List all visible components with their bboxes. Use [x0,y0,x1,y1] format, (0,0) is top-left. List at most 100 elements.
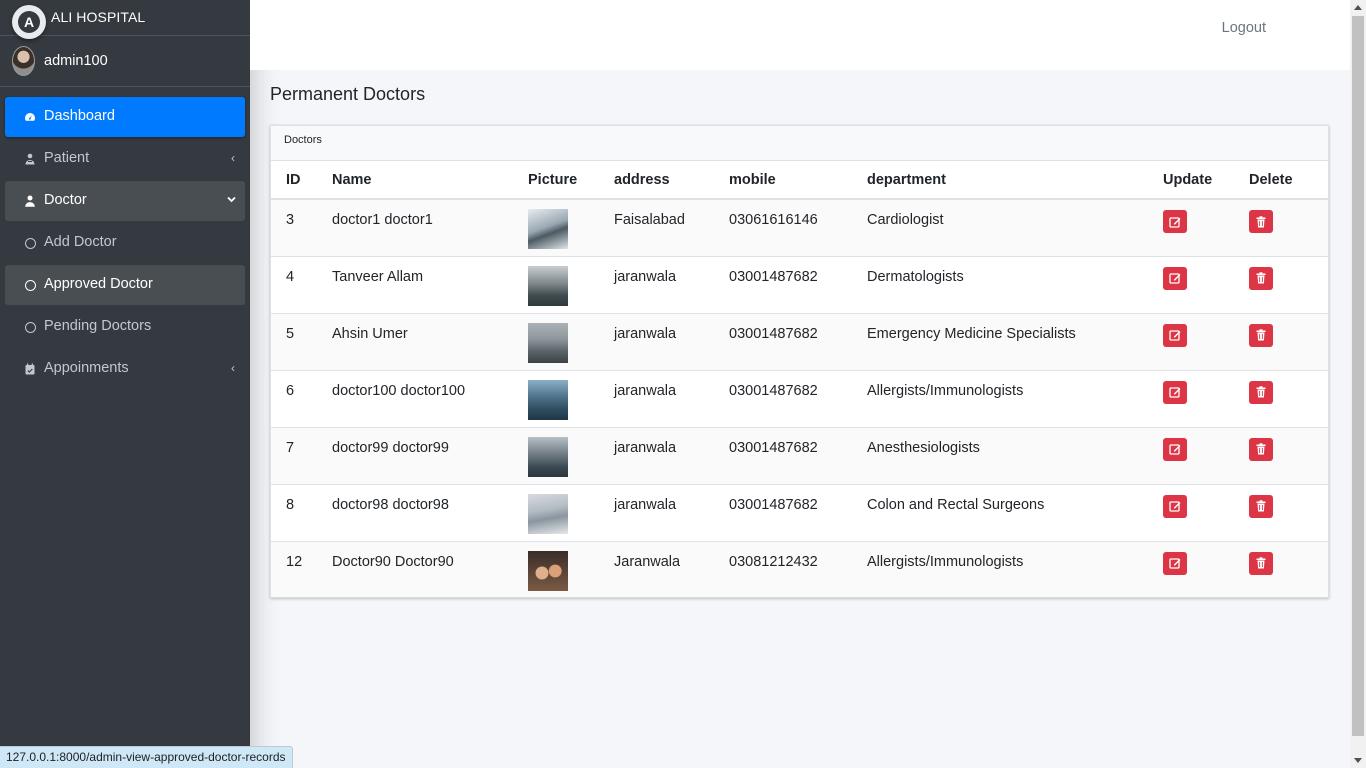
column-header-picture: Picture [513,161,599,200]
cell-address: jaranwala [599,312,714,370]
edit-icon [1169,387,1181,398]
update-button[interactable] [1163,210,1187,233]
cell-picture [513,312,599,370]
cell-id: 4 [271,255,317,313]
doctor-photo [528,379,568,420]
column-header-update: Update [1148,161,1234,200]
delete-button[interactable] [1249,494,1273,518]
sidebar-item-doctor[interactable]: Doctor [5,181,245,221]
doctor-photo [528,265,568,306]
user-panel[interactable]: admin100 [0,36,250,87]
table-row: 8 doctor98 doctor98 jaranwala 0300148768… [271,483,1328,541]
logout-link[interactable]: Logout [1222,20,1266,36]
trash-icon [1256,215,1266,227]
trash-icon [1256,329,1266,341]
delete-button[interactable] [1249,551,1273,575]
sidebar-item-label: Dashboard [44,108,115,124]
doctors-table: ID Name Picture address mobile departmen… [271,161,1328,598]
table-row: 12 Doctor90 Doctor90 Jaranwala 030812124… [271,540,1328,598]
cell-id: 8 [271,483,317,541]
delete-button[interactable] [1249,437,1273,461]
cell-id: 12 [271,540,317,598]
scroll-down-arrow-icon[interactable] [1354,758,1362,763]
cell-department: Allergists/Immunologists [852,369,1148,427]
cell-picture [513,483,599,541]
sidebar-item-label: Doctor [44,192,87,208]
column-header-mobile: mobile [714,161,852,200]
chevron-left-icon: ‹ [231,361,235,375]
user-injured-icon [25,153,35,165]
update-button[interactable] [1163,551,1187,575]
sidebar: A ALI HOSPITAL admin100 Dashboard Patien… [0,0,250,768]
sidebar-item-approved-doctor[interactable]: Approved Doctor [5,265,245,305]
cell-mobile: 03001487682 [714,369,852,427]
cell-mobile: 03001487682 [714,312,852,370]
cell-name: Ahsin Umer [317,312,513,370]
cell-department: Emergency Medicine Specialists [852,312,1148,370]
delete-button[interactable] [1249,266,1273,290]
cell-update [1148,426,1234,484]
update-button[interactable] [1163,323,1187,347]
user-name[interactable]: admin100 [44,53,108,69]
edit-icon [1169,444,1181,455]
column-header-id: ID [271,161,317,200]
doctors-card: Doctors ID Name Picture address mobile d… [270,125,1329,598]
sidebar-item-add-doctor[interactable]: Add Doctor [5,223,245,263]
delete-button[interactable] [1249,380,1273,404]
edit-icon [1169,273,1181,284]
edit-icon [1169,558,1181,569]
sidebar-item-patient[interactable]: Patient ‹ [5,139,245,179]
cell-address: jaranwala [599,255,714,313]
cell-department: Cardiologist [852,198,1148,256]
table-header-row: ID Name Picture address mobile departmen… [271,161,1328,200]
sidebar-item-label: Pending Doctors [44,318,152,334]
cell-delete [1234,483,1328,541]
cell-id: 6 [271,369,317,427]
doctor-photo [528,493,568,534]
cell-mobile: 03001487682 [714,426,852,484]
scroll-thumb[interactable] [1352,16,1364,736]
table-row: 5 Ahsin Umer jaranwala 03001487682 Emerg… [271,312,1328,370]
delete-button[interactable] [1249,210,1273,233]
sidebar-item-appoinments[interactable]: Appoinments ‹ [5,349,245,389]
cell-department: Colon and Rectal Surgeons [852,483,1148,541]
table-row: 6 doctor100 doctor100 jaranwala 03001487… [271,369,1328,427]
brand-link[interactable]: A ALI HOSPITAL [0,0,250,39]
cell-address: jaranwala [599,426,714,484]
sidebar-nav: Dashboard Patient ‹ Doctor Add Doctor Ap… [0,87,250,389]
cell-picture [513,255,599,313]
trash-icon [1256,443,1266,455]
user-icon [25,195,35,207]
cell-department: Anesthesiologists [852,426,1148,484]
sidebar-item-dashboard[interactable]: Dashboard [5,97,245,137]
update-button[interactable] [1163,437,1187,461]
cell-mobile: 03061616146 [714,198,852,256]
calendar-icon [25,363,35,375]
cell-mobile: 03081212432 [714,540,852,598]
delete-button[interactable] [1249,323,1273,347]
circle-icon [25,238,36,249]
update-button[interactable] [1163,494,1187,518]
cell-id: 7 [271,426,317,484]
trash-icon [1256,557,1266,569]
cell-delete [1234,426,1328,484]
cell-address: Jaranwala [599,540,714,598]
column-header-delete: Delete [1234,161,1328,200]
card-title: Doctors [284,134,322,146]
cell-delete [1234,198,1328,256]
page-scrollbar[interactable] [1350,0,1366,768]
circle-icon [25,280,36,291]
cell-name: Tanveer Allam [317,255,513,313]
scroll-up-arrow-icon[interactable] [1354,5,1362,10]
doctor-photo [528,322,568,363]
cell-update [1148,369,1234,427]
cell-update [1148,312,1234,370]
cell-name: Doctor90 Doctor90 [317,540,513,598]
card-header: Doctors [271,126,1328,161]
cell-picture [513,369,599,427]
update-button[interactable] [1163,266,1187,290]
cell-update [1148,198,1234,256]
cell-delete [1234,255,1328,313]
update-button[interactable] [1163,380,1187,404]
sidebar-item-pending-doctors[interactable]: Pending Doctors [5,307,245,347]
